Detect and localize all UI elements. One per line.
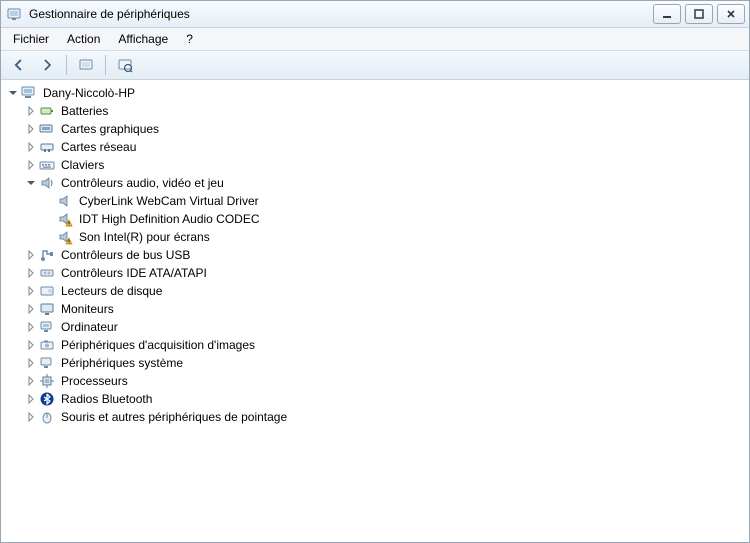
tree-item-system-devices[interactable]: Périphériques système: [7, 354, 747, 372]
battery-icon: [39, 103, 55, 119]
tree-item-label: Son Intel(R) pour écrans: [77, 228, 212, 246]
expand-toggle-empty: [43, 213, 55, 225]
show-hidden-button[interactable]: [74, 53, 98, 77]
tree-item-disk-drives[interactable]: Lecteurs de disque: [7, 282, 747, 300]
expand-toggle-empty: [43, 195, 55, 207]
computer-icon: [21, 85, 37, 101]
tree-root[interactable]: Dany-Niccolò-HP: [7, 84, 747, 102]
bluetooth-icon: [39, 391, 55, 407]
cpu-icon: [39, 373, 55, 389]
tree-item-audio-child-warn[interactable]: IDT High Definition Audio CODEC: [7, 210, 747, 228]
tree-item-label: Ordinateur: [59, 318, 120, 336]
device-manager-window: Gestionnaire de périphériques Fichier Ac…: [0, 0, 750, 543]
expand-toggle[interactable]: [25, 357, 37, 369]
tree-item-label: Claviers: [59, 156, 106, 174]
menu-view[interactable]: Affichage: [110, 30, 176, 48]
monitor-icon: [39, 301, 55, 317]
expand-toggle[interactable]: [25, 303, 37, 315]
minimize-button[interactable]: [653, 4, 681, 24]
expand-toggle[interactable]: [25, 123, 37, 135]
expand-toggle[interactable]: [25, 159, 37, 171]
imaging-icon: [39, 337, 55, 353]
audio-warning-icon: [57, 229, 73, 245]
expand-toggle[interactable]: [25, 105, 37, 117]
audio-icon: [39, 175, 55, 191]
menu-file[interactable]: Fichier: [5, 30, 57, 48]
toolbar-separator: [105, 55, 106, 75]
tree-item-mice[interactable]: Souris et autres périphériques de pointa…: [7, 408, 747, 426]
close-button[interactable]: [717, 4, 745, 24]
expand-toggle[interactable]: [25, 141, 37, 153]
tree-item-imaging-devices[interactable]: Périphériques d'acquisition d'images: [7, 336, 747, 354]
tree-item-label: Batteries: [59, 102, 110, 120]
expand-toggle[interactable]: [25, 249, 37, 261]
window-buttons: [653, 4, 745, 24]
expand-toggle[interactable]: [25, 339, 37, 351]
tree-item-label: Lecteurs de disque: [59, 282, 164, 300]
refresh-button[interactable]: [113, 53, 137, 77]
tree-item-batteries[interactable]: Batteries: [7, 102, 747, 120]
tree-item-network-adapters[interactable]: Cartes réseau: [7, 138, 747, 156]
expand-toggle[interactable]: [25, 393, 37, 405]
mouse-icon: [39, 409, 55, 425]
tree-item-audio-child-warn[interactable]: Son Intel(R) pour écrans: [7, 228, 747, 246]
tree-item-ide-controllers[interactable]: Contrôleurs IDE ATA/ATAPI: [7, 264, 747, 282]
system-icon: [39, 355, 55, 371]
tree-item-label: Cartes réseau: [59, 138, 138, 156]
expand-toggle[interactable]: [25, 375, 37, 387]
window-title: Gestionnaire de périphériques: [29, 7, 647, 21]
tree-item-audio-child[interactable]: CyberLink WebCam Virtual Driver: [7, 192, 747, 210]
ide-icon: [39, 265, 55, 281]
tree-item-label: Processeurs: [59, 372, 130, 390]
back-button[interactable]: [7, 53, 31, 77]
titlebar: Gestionnaire de périphériques: [1, 1, 749, 28]
app-icon: [7, 6, 23, 22]
tree-item-display-adapters[interactable]: Cartes graphiques: [7, 120, 747, 138]
tree-item-monitors[interactable]: Moniteurs: [7, 300, 747, 318]
forward-button[interactable]: [35, 53, 59, 77]
tree-item-keyboards[interactable]: Claviers: [7, 156, 747, 174]
tree-item-audio-controllers[interactable]: Contrôleurs audio, vidéo et jeu: [7, 174, 747, 192]
maximize-button[interactable]: [685, 4, 713, 24]
tree-item-label: CyberLink WebCam Virtual Driver: [77, 192, 261, 210]
tree-item-label: Souris et autres périphériques de pointa…: [59, 408, 289, 426]
expand-toggle[interactable]: [25, 177, 37, 189]
network-icon: [39, 139, 55, 155]
display-adapter-icon: [39, 121, 55, 137]
audio-warning-icon: [57, 211, 73, 227]
audio-icon: [57, 193, 73, 209]
toolbar-separator: [66, 55, 67, 75]
tree-root-label: Dany-Niccolò-HP: [41, 84, 137, 102]
tree-item-computer[interactable]: Ordinateur: [7, 318, 747, 336]
tree-item-label: Cartes graphiques: [59, 120, 161, 138]
tree-item-usb-controllers[interactable]: Contrôleurs de bus USB: [7, 246, 747, 264]
tree-item-label: Radios Bluetooth: [59, 390, 154, 408]
usb-icon: [39, 247, 55, 263]
expand-toggle[interactable]: [25, 411, 37, 423]
tree-item-label: Périphériques d'acquisition d'images: [59, 336, 257, 354]
tree-item-label: IDT High Definition Audio CODEC: [77, 210, 262, 228]
expand-toggle[interactable]: [7, 87, 19, 99]
tree-item-processors[interactable]: Processeurs: [7, 372, 747, 390]
device-tree[interactable]: Dany-Niccolò-HP Batteries Cartes graphiq…: [1, 80, 749, 542]
expand-toggle-empty: [43, 231, 55, 243]
menu-help[interactable]: ?: [178, 30, 201, 48]
menu-action[interactable]: Action: [59, 30, 108, 48]
tree-item-label: Périphériques système: [59, 354, 185, 372]
tree-item-label: Contrôleurs de bus USB: [59, 246, 192, 264]
expand-toggle[interactable]: [25, 267, 37, 279]
keyboard-icon: [39, 157, 55, 173]
toolbar: [1, 51, 749, 80]
computer-icon: [39, 319, 55, 335]
menubar: Fichier Action Affichage ?: [1, 28, 749, 51]
tree-item-label: Contrôleurs IDE ATA/ATAPI: [59, 264, 209, 282]
expand-toggle[interactable]: [25, 285, 37, 297]
expand-toggle[interactable]: [25, 321, 37, 333]
disk-icon: [39, 283, 55, 299]
tree-item-label: Moniteurs: [59, 300, 116, 318]
tree-item-label: Contrôleurs audio, vidéo et jeu: [59, 174, 226, 192]
tree-item-bluetooth[interactable]: Radios Bluetooth: [7, 390, 747, 408]
